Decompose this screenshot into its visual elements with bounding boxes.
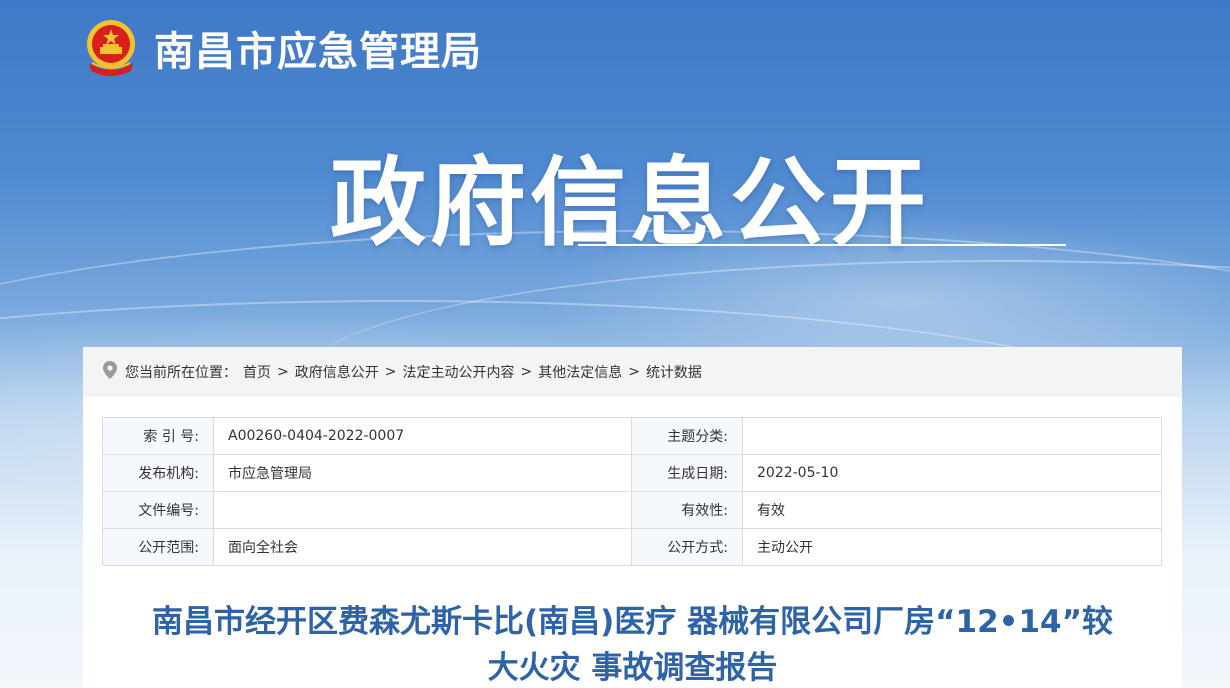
breadcrumb: 您当前所在位置： 首页 > 政府信息公开 > 法定主动公开内容 > 其他法定信息…: [83, 347, 1182, 397]
breadcrumb-gov-info[interactable]: 政府信息公开: [295, 362, 379, 382]
meta-value-scope: 面向全社会: [213, 528, 632, 566]
article-title: 南昌市经开区费森尤斯卡比(南昌)医疗 器械有限公司厂房“12•14”较 大火灾 …: [83, 599, 1182, 688]
meta-value-topic: [742, 417, 1162, 455]
breadcrumb-separator: >: [628, 364, 640, 380]
meta-value-publisher: 市应急管理局: [213, 454, 632, 492]
meta-label: 公开范围:: [102, 528, 214, 566]
table-row: 索 引 号: A00260-0404-2022-0007 主题分类:: [102, 417, 1162, 455]
breadcrumb-prefix: 您当前所在位置：: [125, 365, 237, 381]
breadcrumb-separator: >: [520, 364, 533, 380]
table-row: 公开范围: 面向全社会 公开方式: 主动公开: [102, 528, 1162, 566]
meta-value-method: 主动公开: [742, 528, 1162, 566]
hero-underline: [578, 244, 1066, 246]
meta-label: 主题分类:: [631, 417, 743, 455]
meta-label: 公开方式:: [631, 528, 743, 566]
site-title[interactable]: 南昌市应急管理局: [154, 19, 482, 77]
table-row: 发布机构: 市应急管理局 生成日期: 2022-05-10: [102, 454, 1162, 492]
article-title-line: 大火灾 事故调查报告: [487, 650, 778, 686]
content-panel: 您当前所在位置： 首页 > 政府信息公开 > 法定主动公开内容 > 其他法定信息…: [83, 347, 1182, 688]
breadcrumb-statistics[interactable]: 统计数据: [646, 362, 702, 382]
table-row: 文件编号: 有效性: 有效: [102, 491, 1162, 529]
location-pin-icon: [103, 361, 117, 383]
meta-label: 生成日期:: [631, 454, 743, 492]
breadcrumb-statutory[interactable]: 法定主动公开内容: [402, 362, 514, 382]
meta-label: 有效性:: [631, 491, 743, 529]
meta-value-validity: 有效: [742, 491, 1162, 529]
document-meta-table: 索 引 号: A00260-0404-2022-0007 主题分类: 发布机构:…: [102, 417, 1162, 566]
national-emblem-icon: [84, 19, 138, 77]
meta-value-doc-number: [213, 491, 632, 529]
breadcrumb-separator: >: [277, 364, 289, 380]
breadcrumb-separator: >: [384, 364, 397, 380]
meta-label: 文件编号:: [102, 491, 214, 529]
article-title-line: 南昌市经开区费森尤斯卡比(南昌)医疗 器械有限公司厂房“12•14”较: [152, 604, 1113, 640]
breadcrumb-other-info[interactable]: 其他法定信息: [538, 362, 622, 382]
meta-value-index-number: A00260-0404-2022-0007: [213, 417, 632, 455]
breadcrumb-home[interactable]: 首页: [243, 362, 271, 382]
meta-label: 发布机构:: [102, 454, 214, 492]
meta-label: 索 引 号:: [102, 417, 214, 455]
site-header[interactable]: 南昌市应急管理局: [84, 18, 482, 78]
meta-value-date: 2022-05-10: [742, 454, 1162, 492]
